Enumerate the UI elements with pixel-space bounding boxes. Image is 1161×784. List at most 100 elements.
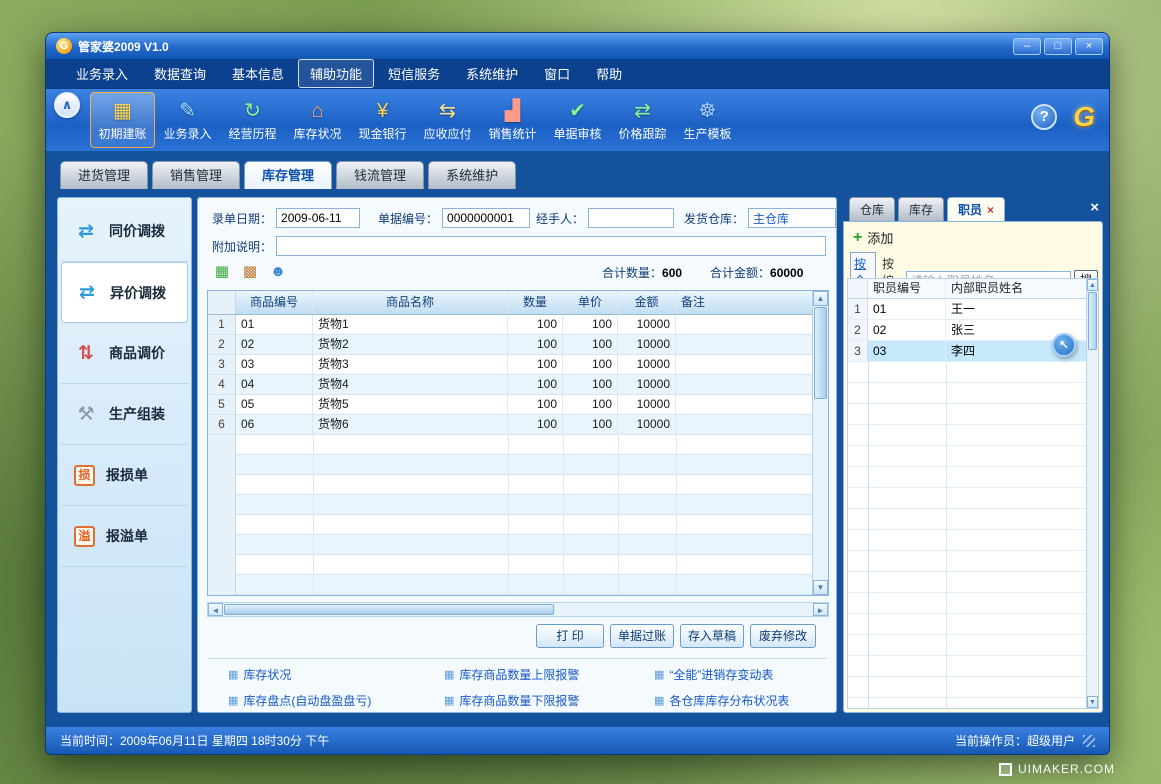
scroll-up-icon[interactable]: ▲ <box>813 291 828 306</box>
toolbar-sales-statistics[interactable]: ▟ 销售统计 <box>480 92 545 148</box>
print-button[interactable]: 打 印 <box>536 624 604 648</box>
menu-auxiliary-functions[interactable]: 辅助功能 <box>298 59 374 88</box>
title-bar: G 管家婆2009 V1.0 – □ × <box>46 33 1109 59</box>
staff-table-vertical-scrollbar[interactable]: ▲ ▼ <box>1086 279 1098 708</box>
module-tabstrip: 进货管理 销售管理 库存管理 钱流管理 系统维护 <box>60 161 516 189</box>
maximize-button[interactable]: □ <box>1044 38 1072 55</box>
sidebar-item-same-price-transfer[interactable]: ⇄ 同价调拨 <box>61 201 188 262</box>
discard-changes-button[interactable]: 废弃修改 <box>750 624 816 648</box>
menu-basic-info[interactable]: 基本信息 <box>220 59 296 88</box>
tab-warehouse[interactable]: 仓库 <box>849 197 895 221</box>
date-input[interactable] <box>276 208 360 228</box>
table-row[interactable]: 6 06 货物6 100 100 10000 <box>208 415 812 435</box>
toolbar-receivable-payable[interactable]: ⇆ 应收应付 <box>415 92 480 148</box>
close-button[interactable]: × <box>1075 38 1103 55</box>
link-stock-lower-limit-alert[interactable]: ▦ 库存商品数量下限报警 <box>444 692 579 709</box>
add-staff-button[interactable]: + 添加 <box>853 228 893 247</box>
scrollbar-thumb[interactable] <box>814 307 827 399</box>
tab-staff[interactable]: 职员× <box>947 197 1005 221</box>
link-almighty-flow-report[interactable]: ▦ “全能”进销存变动表 <box>654 666 773 683</box>
scroll-left-icon[interactable]: ◄ <box>208 603 223 616</box>
toolbar-cash-bank[interactable]: ¥ 现金银行 <box>350 92 415 148</box>
tab-sales-management[interactable]: 销售管理 <box>152 161 240 189</box>
sidebar-item-production-assembly[interactable]: ⚒ 生产组装 <box>61 384 188 445</box>
toolbar-business-history[interactable]: ↻ 经营历程 <box>220 92 285 148</box>
tab-cashflow-management[interactable]: 钱流管理 <box>336 161 424 189</box>
grid-tool-icon[interactable]: ▦ <box>212 262 232 282</box>
menu-system-maintenance[interactable]: 系统维护 <box>454 59 530 88</box>
table-row[interactable]: 3 03 货物3 100 100 10000 <box>208 355 812 375</box>
menu-sms-service[interactable]: 短信服务 <box>376 59 452 88</box>
toolbar-label: 经营历程 <box>228 125 276 142</box>
table-row[interactable]: 2 02 货物2 100 100 10000 <box>208 335 812 355</box>
report-icon: ▦ <box>444 668 454 681</box>
handler-input[interactable] <box>588 208 674 228</box>
sidebar-item-label: 生产组装 <box>109 404 165 424</box>
tab-system-maintenance[interactable]: 系统维护 <box>428 161 516 189</box>
toolbar-business-entry[interactable]: ✎ 业务录入 <box>155 92 220 148</box>
tab-inventory[interactable]: 库存 <box>898 197 944 221</box>
menu-business-entry[interactable]: 业务录入 <box>64 59 140 88</box>
staff-row[interactable]: 2 02 张三 <box>848 320 1086 341</box>
post-document-button[interactable]: 单据过账 <box>610 624 674 648</box>
link-stock-upper-limit-alert[interactable]: ▦ 库存商品数量上限报警 <box>444 666 579 683</box>
toolbar-inventory-status[interactable]: ⌂ 库存状况 <box>285 92 350 148</box>
menu-window[interactable]: 窗口 <box>532 59 582 88</box>
header-item-code: 商品编号 <box>236 291 313 314</box>
staff-row[interactable]: 1 01 王一 <box>848 299 1086 320</box>
minimize-button[interactable]: – <box>1013 38 1041 55</box>
table-row[interactable]: 1 01 货物1 100 100 10000 <box>208 315 812 335</box>
scroll-down-icon[interactable]: ▼ <box>813 580 828 595</box>
scroll-up-icon[interactable]: ▲ <box>1087 279 1098 291</box>
scroll-down-icon[interactable]: ▼ <box>1087 696 1098 708</box>
link-stocktaking[interactable]: ▦ 库存盘点(自动盘盈盘亏) <box>228 692 371 709</box>
transfer-arrows-icon: ⇄ <box>75 281 99 304</box>
resize-grip[interactable] <box>1083 735 1095 747</box>
items-table-header: 商品编号 商品名称 数量 单价 金额 备注 <box>208 291 812 315</box>
sidebar-item-overflow-report[interactable]: 溢 报溢单 <box>61 506 188 567</box>
header-staff-name: 内部职员姓名 <box>946 279 1086 298</box>
toolbar-label: 价格跟踪 <box>618 125 666 142</box>
report-icon: ▦ <box>228 668 238 681</box>
items-table-horizontal-scrollbar[interactable]: ◄ ► <box>207 602 829 617</box>
staff-row-selected[interactable]: 3 03 李四 <box>848 341 1086 362</box>
doc-no-input[interactable] <box>442 208 530 228</box>
status-current-time: 当前时间：2009年06月11日 星期四 18时30分 下午 <box>60 732 329 749</box>
scrollbar-thumb[interactable] <box>224 604 554 615</box>
collapse-toolbar-button[interactable]: ∧ <box>54 92 80 118</box>
toolbar-initial-setup[interactable]: ▦ 初期建账 <box>90 92 155 148</box>
scrollbar-thumb[interactable] <box>1088 292 1097 350</box>
warehouse-icon: ⌂ <box>311 99 323 123</box>
tab-close-icon[interactable]: × <box>987 203 994 217</box>
toolbar-label: 现金银行 <box>358 125 406 142</box>
header-item-name: 商品名称 <box>313 291 508 314</box>
tab-inventory-management[interactable]: 库存管理 <box>244 161 332 189</box>
link-inventory-status[interactable]: ▦ 库存状况 <box>228 666 291 683</box>
toolbar-price-tracking[interactable]: ⇄ 价格跟踪 <box>610 92 675 148</box>
help-button[interactable]: ? <box>1031 104 1057 130</box>
lookup-tabs: 仓库 库存 职员× <box>849 197 1005 221</box>
header-unit-price: 单价 <box>563 291 618 314</box>
toolbar-production-template[interactable]: ☸ 生产模板 <box>675 92 740 148</box>
panel-close-icon[interactable]: × <box>1090 199 1099 217</box>
save-draft-button[interactable]: 存入草稿 <box>680 624 744 648</box>
menu-help[interactable]: 帮助 <box>584 59 634 88</box>
calculator-tool-icon[interactable]: ▩ <box>240 262 260 282</box>
toolbar-document-audit[interactable]: ✔ 单据审核 <box>545 92 610 148</box>
table-row[interactable]: 5 05 货物5 100 100 10000 <box>208 395 812 415</box>
items-table-vertical-scrollbar[interactable]: ▲ ▼ <box>812 291 828 595</box>
menu-data-query[interactable]: 数据查询 <box>142 59 218 88</box>
link-warehouse-distribution-report[interactable]: ▦ 各仓库库存分布状况表 <box>654 692 789 709</box>
table-row[interactable]: 4 04 货物4 100 100 10000 <box>208 375 812 395</box>
note-input[interactable] <box>276 236 826 256</box>
tab-purchase-management[interactable]: 进货管理 <box>60 161 148 189</box>
toolbar-label: 生产模板 <box>683 125 731 142</box>
person-tool-icon[interactable]: ☻ <box>268 262 288 282</box>
window-title: 管家婆2009 V1.0 <box>78 38 1010 55</box>
doc-no-field-group: 单据编号： <box>378 208 530 228</box>
sidebar-item-diff-price-transfer[interactable]: ⇄ 异价调拨 <box>61 262 188 323</box>
warehouse-input[interactable] <box>748 208 836 228</box>
scroll-right-icon[interactable]: ► <box>813 603 828 616</box>
sidebar-item-loss-report[interactable]: 损 报损单 <box>61 445 188 506</box>
sidebar-item-goods-repricing[interactable]: ⇅ 商品调价 <box>61 323 188 384</box>
